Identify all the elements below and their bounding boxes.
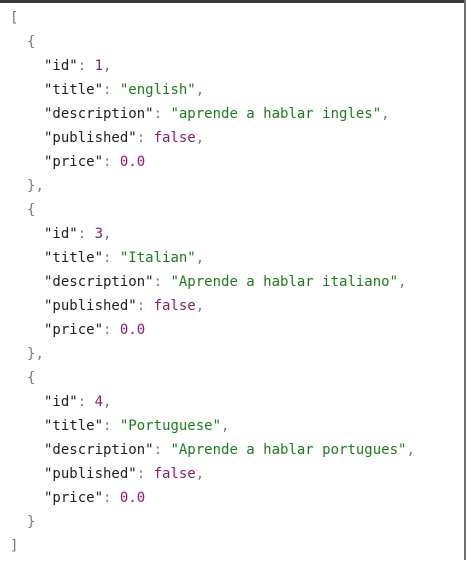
colon: : xyxy=(103,250,120,266)
object-open-brace: { xyxy=(27,202,36,218)
colon: : xyxy=(77,226,95,242)
field-value-title: "english" xyxy=(119,82,196,98)
colon: : xyxy=(153,106,171,122)
comma: , xyxy=(35,178,44,194)
comma: , xyxy=(195,130,205,146)
json-field-price: "price": 0.0 xyxy=(10,490,415,514)
comma: , xyxy=(103,226,112,242)
json-field-published: "published": false, xyxy=(10,298,415,322)
object-close-brace: } xyxy=(27,514,36,530)
field-key-id: "id" xyxy=(44,226,78,242)
array-close-bracket: ] xyxy=(10,538,19,554)
colon: : xyxy=(153,442,171,458)
json-field-published: "published": false, xyxy=(10,466,415,490)
json-field-title: "title": "Portuguese", xyxy=(10,418,415,442)
json-field-title: "title": "Italian", xyxy=(10,250,415,274)
object-open-line: { xyxy=(10,34,415,58)
json-field-price: "price": 0.0 xyxy=(10,154,415,178)
field-key-description: "description" xyxy=(44,106,154,122)
json-field-id: "id": 4, xyxy=(10,394,415,418)
field-value-published: false xyxy=(153,130,196,146)
json-field-description: "description": "aprende a hablar ingles"… xyxy=(10,106,415,130)
field-key-description: "description" xyxy=(44,442,154,458)
array-open-bracket: [ xyxy=(10,10,19,26)
json-field-price: "price": 0.0 xyxy=(10,322,415,346)
array-close-line: ] xyxy=(10,538,415,562)
field-key-published: "published" xyxy=(44,130,137,146)
field-key-price: "price" xyxy=(44,490,104,506)
object-close-line: }, xyxy=(10,346,415,370)
field-value-id: 3 xyxy=(94,226,104,242)
field-value-id: 1 xyxy=(94,58,104,74)
field-key-price: "price" xyxy=(44,154,104,170)
json-field-id: "id": 3, xyxy=(10,226,415,250)
comma: , xyxy=(221,418,230,434)
colon: : xyxy=(77,394,95,410)
comma: , xyxy=(195,82,205,98)
field-value-title: "Italian" xyxy=(119,250,196,266)
comma: , xyxy=(195,466,205,482)
comma: , xyxy=(406,442,415,458)
json-field-description: "description": "Aprende a hablar portugu… xyxy=(10,442,415,466)
colon: : xyxy=(136,466,154,482)
field-value-price: 0.0 xyxy=(119,154,146,170)
colon: : xyxy=(103,154,120,170)
array-open-line: [ xyxy=(10,10,415,34)
comma: , xyxy=(195,250,205,266)
comma: , xyxy=(35,346,44,362)
json-field-published: "published": false, xyxy=(10,130,415,154)
field-value-price: 0.0 xyxy=(119,490,146,506)
field-key-price: "price" xyxy=(44,322,104,338)
comma: , xyxy=(103,58,112,74)
field-value-description: "aprende a hablar ingles" xyxy=(170,106,382,122)
field-value-title: "Portuguese" xyxy=(119,418,222,434)
field-key-id: "id" xyxy=(44,394,78,410)
colon: : xyxy=(153,274,171,290)
colon: : xyxy=(136,130,154,146)
comma: , xyxy=(398,274,407,290)
field-key-id: "id" xyxy=(44,58,78,74)
field-value-published: false xyxy=(153,466,196,482)
json-field-description: "description": "Aprende a hablar italian… xyxy=(10,274,415,298)
field-value-price: 0.0 xyxy=(119,322,146,338)
comma: , xyxy=(103,394,112,410)
json-field-id: "id": 1, xyxy=(10,58,415,82)
object-close-line: } xyxy=(10,514,415,538)
field-value-published: false xyxy=(153,298,196,314)
field-value-id: 4 xyxy=(94,394,104,410)
object-open-line: { xyxy=(10,202,415,226)
colon: : xyxy=(77,58,95,74)
field-key-published: "published" xyxy=(44,466,137,482)
field-value-description: "Aprende a hablar italiano" xyxy=(170,274,399,290)
comma: , xyxy=(195,298,205,314)
field-key-published: "published" xyxy=(44,298,137,314)
colon: : xyxy=(103,322,120,338)
window-top-border xyxy=(0,0,466,3)
object-close-line: }, xyxy=(10,178,415,202)
json-viewer: [ {"id": 1, "title": "english", "descripti… xyxy=(10,10,415,562)
object-open-brace: { xyxy=(27,370,36,386)
colon: : xyxy=(103,490,120,506)
object-open-brace: { xyxy=(27,34,36,50)
colon: : xyxy=(103,82,120,98)
field-key-title: "title" xyxy=(44,82,104,98)
comma: , xyxy=(381,106,390,122)
object-open-line: { xyxy=(10,370,415,394)
colon: : xyxy=(136,298,154,314)
colon: : xyxy=(103,418,120,434)
field-value-description: "Aprende a hablar portugues" xyxy=(170,442,407,458)
field-key-description: "description" xyxy=(44,274,154,290)
field-key-title: "title" xyxy=(44,250,104,266)
json-field-title: "title": "english", xyxy=(10,82,415,106)
field-key-title: "title" xyxy=(44,418,104,434)
